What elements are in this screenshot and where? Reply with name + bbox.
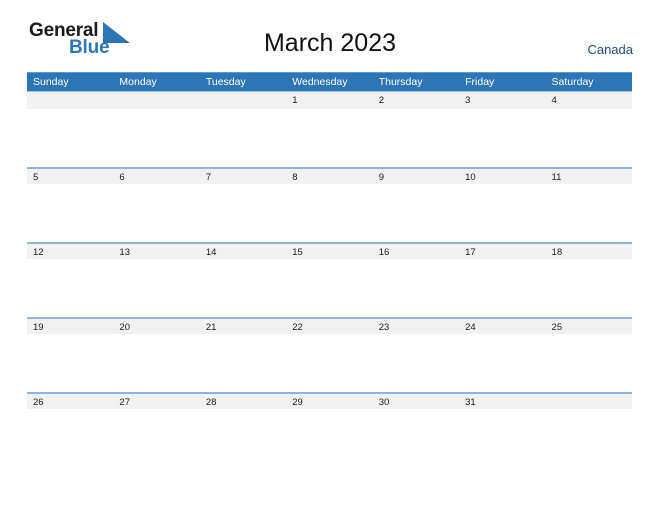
day-cell[interactable]: 2	[373, 92, 459, 109]
day-cell[interactable]: 9	[373, 169, 459, 184]
weekday-header-tuesday: Tuesday	[205, 76, 246, 88]
weekday-header-sunday: Sunday	[33, 76, 69, 88]
day-cell[interactable]: 24	[459, 319, 545, 334]
day-cell[interactable]: 28	[200, 394, 286, 409]
day-cell[interactable]: 5	[27, 169, 113, 184]
week-note-area[interactable]	[27, 109, 632, 167]
week-row: 5 6 7 8 9 10 11	[27, 167, 632, 242]
weekday-header-row: Sunday Monday Tuesday Wednesday Thursday…	[27, 72, 632, 92]
day-cell[interactable]: 14	[200, 244, 286, 259]
week-note-area[interactable]	[27, 184, 632, 242]
day-cell[interactable]: 6	[113, 169, 199, 184]
day-cell[interactable]: 1	[286, 92, 372, 109]
weekday-header-saturday: Saturday	[551, 76, 594, 88]
day-cell[interactable]: 26	[27, 394, 113, 409]
week-note-area[interactable]	[27, 334, 632, 392]
day-cell[interactable]: 15	[286, 244, 372, 259]
week-row: 19 20 21 22 23 24 25	[27, 317, 632, 392]
calendar-grid: Sunday Monday Tuesday Wednesday Thursday…	[27, 72, 632, 409]
day-cell[interactable]: 18	[546, 244, 632, 259]
week-note-area[interactable]	[27, 259, 632, 317]
day-cell[interactable]: 23	[373, 319, 459, 334]
day-cell[interactable]: 17	[459, 244, 545, 259]
week-date-band: 19 20 21 22 23 24 25	[27, 317, 632, 334]
day-cell[interactable]: 4	[546, 92, 632, 109]
weekday-header-wednesday: Wednesday	[292, 76, 348, 88]
weekday-header-thursday: Thursday	[378, 76, 423, 88]
day-cell[interactable]: 29	[286, 394, 372, 409]
page-header: General Blue March 2023 Canada	[0, 0, 660, 68]
week-date-band: 26 27 28 29 30 31	[27, 392, 632, 409]
weekday-header-friday: Friday	[465, 76, 495, 88]
day-cell[interactable]: 7	[200, 169, 286, 184]
week-date-band: 5 6 7 8 9 10 11	[27, 167, 632, 184]
day-cell[interactable]	[27, 92, 113, 109]
week-row: 12 13 14 15 16 17 18	[27, 242, 632, 317]
calendar-page: General Blue March 2023 Canada Sunday Mo…	[0, 0, 660, 510]
day-cell[interactable]	[200, 92, 286, 109]
day-cell[interactable]: 16	[373, 244, 459, 259]
day-cell[interactable]	[546, 394, 632, 409]
country-label: Canada	[587, 42, 633, 57]
week-date-band: 12 13 14 15 16 17 18	[27, 242, 632, 259]
day-cell[interactable]: 31	[459, 394, 545, 409]
day-cell[interactable]: 27	[113, 394, 199, 409]
day-cell[interactable]: 8	[286, 169, 372, 184]
week-date-band: 1 2 3 4	[27, 92, 632, 109]
day-cell[interactable]: 21	[200, 319, 286, 334]
day-cell[interactable]: 3	[459, 92, 545, 109]
day-cell[interactable]: 12	[27, 244, 113, 259]
week-row: 26 27 28 29 30 31	[27, 392, 632, 409]
weekday-header-monday: Monday	[119, 76, 157, 88]
day-cell[interactable]: 10	[459, 169, 545, 184]
day-cell[interactable]: 30	[373, 394, 459, 409]
day-cell[interactable]: 22	[286, 319, 372, 334]
day-cell[interactable]: 20	[113, 319, 199, 334]
day-cell[interactable]: 25	[546, 319, 632, 334]
day-cell[interactable]: 19	[27, 319, 113, 334]
week-row: 1 2 3 4	[27, 92, 632, 167]
day-cell[interactable]	[113, 92, 199, 109]
page-title: March 2023	[263, 29, 397, 57]
day-cell[interactable]: 11	[546, 169, 632, 184]
day-cell[interactable]: 13	[113, 244, 199, 259]
